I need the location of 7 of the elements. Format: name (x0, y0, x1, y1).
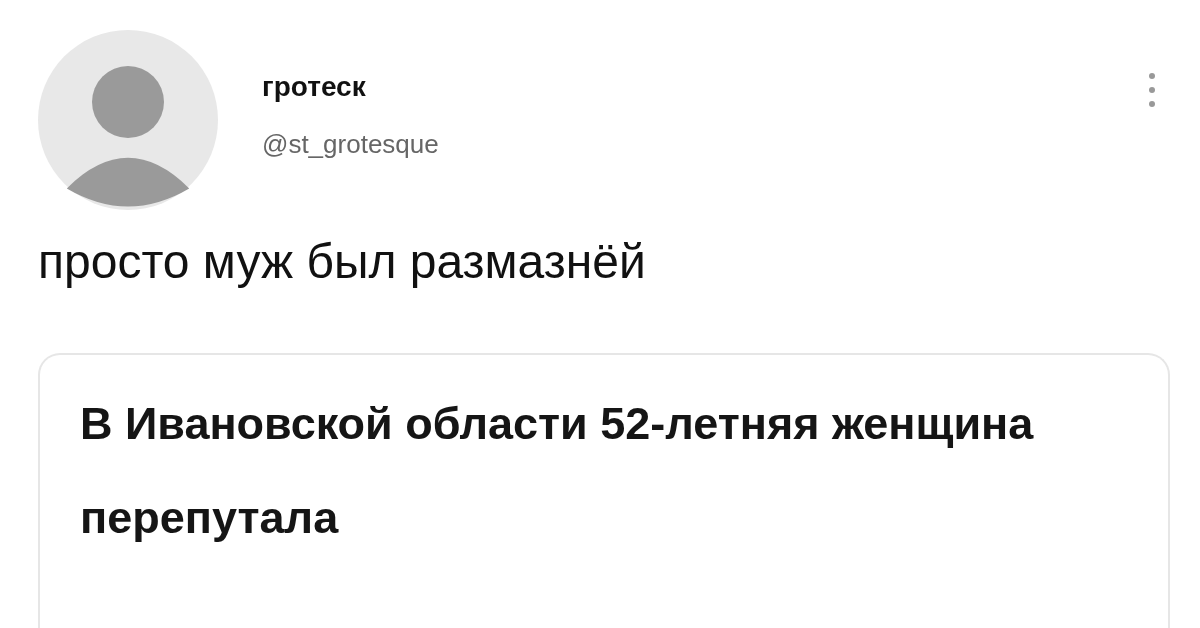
more-icon[interactable] (1148, 72, 1156, 108)
author-handle: @st_grotesque (262, 128, 439, 160)
author-name[interactable]: гротеск (262, 70, 439, 103)
avatar-icon (38, 30, 218, 210)
tweet-text: просто муж был размазнёй (38, 234, 647, 289)
link-card[interactable]: В Ивановской области 52-летняя женщина перепутала (38, 353, 1170, 628)
card-headline: В Ивановской области 52-летняя женщина перепутала (80, 397, 1035, 545)
